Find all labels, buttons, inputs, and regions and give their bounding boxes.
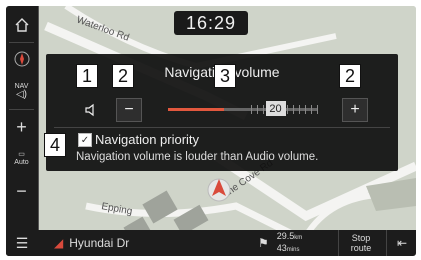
exit-icon: ⇤	[396, 236, 408, 250]
time-unit: mins	[286, 247, 300, 253]
road-marker-icon: ◢	[54, 236, 64, 250]
compass-icon	[14, 51, 29, 67]
volume-value[interactable]: 20	[265, 101, 286, 116]
callout-1: 1	[76, 64, 98, 88]
time-value: 43	[276, 243, 287, 253]
auto-zoom-button[interactable]: ▭ Auto	[9, 144, 34, 174]
sidebar-divider	[9, 42, 34, 43]
mute-button[interactable]	[78, 98, 104, 122]
home-icon	[15, 18, 28, 32]
minus-icon: −	[16, 180, 27, 201]
navigation-priority-label: Navigation priority	[95, 132, 200, 147]
scale-icon: ▭	[18, 151, 25, 158]
nav-volume-button[interactable]: NAV ◁)	[9, 76, 34, 106]
plus-icon: +	[350, 101, 360, 118]
compass-button[interactable]	[9, 44, 34, 74]
flag-icon: ⚑	[258, 236, 269, 250]
volume-decrease-button[interactable]: −	[116, 98, 142, 122]
distance-unit: km	[294, 235, 303, 241]
popup-divider	[54, 127, 390, 128]
current-road-label: Hyundai Dr	[69, 236, 130, 250]
auto-label: Auto	[14, 159, 29, 166]
sidebar-divider	[9, 109, 34, 110]
navigation-priority-description: Navigation volume is louder than Audio v…	[76, 151, 319, 163]
stop-route-button[interactable]: Stop route	[338, 230, 383, 256]
volume-increase-button[interactable]: +	[342, 98, 368, 122]
vehicle-position-icon	[207, 178, 231, 202]
exit-button[interactable]: ⇤	[386, 230, 416, 256]
callout-4: 4	[44, 133, 66, 157]
callout-2-left: 2	[112, 64, 134, 88]
plus-icon: +	[16, 116, 27, 137]
speaker-icon	[85, 103, 94, 117]
menu-icon: ☰	[15, 234, 29, 251]
route-summary[interactable]: ⚑ 29.5km 43mins	[258, 230, 338, 256]
speaker-icon: ◁)	[15, 89, 28, 100]
minus-icon: −	[124, 101, 134, 118]
current-road: ◢ Hyundai Dr	[54, 230, 204, 256]
checkmark-icon: ✓	[80, 134, 90, 146]
distance-value: 29.5	[276, 231, 295, 241]
zoom-in-button[interactable]: +	[9, 112, 34, 142]
route-info: 29.5km 43mins	[277, 231, 303, 255]
menu-button[interactable]: ☰	[6, 230, 38, 256]
home-button[interactable]	[9, 10, 34, 40]
callout-2-right: 2	[339, 64, 361, 88]
figure-frame: Waterloo Rd Lane Cove Rd Epping NAV ◁) +	[0, 0, 421, 260]
bottom-bar: ☰ ◢ Hyundai Dr ⚑ 29.5km 43mins Stop rout…	[6, 230, 416, 256]
clock-display: 16:29	[174, 11, 248, 35]
zoom-out-button[interactable]: −	[9, 176, 34, 206]
head-unit-screen: Waterloo Rd Lane Cove Rd Epping NAV ◁) +	[6, 6, 416, 256]
volume-slider-ticks	[251, 105, 321, 114]
navigation-priority-checkbox[interactable]: ✓	[78, 133, 92, 147]
volume-slider-fill	[168, 108, 224, 111]
left-sidebar: NAV ◁) + ▭ Auto −	[6, 6, 39, 256]
callout-3: 3	[214, 64, 236, 88]
